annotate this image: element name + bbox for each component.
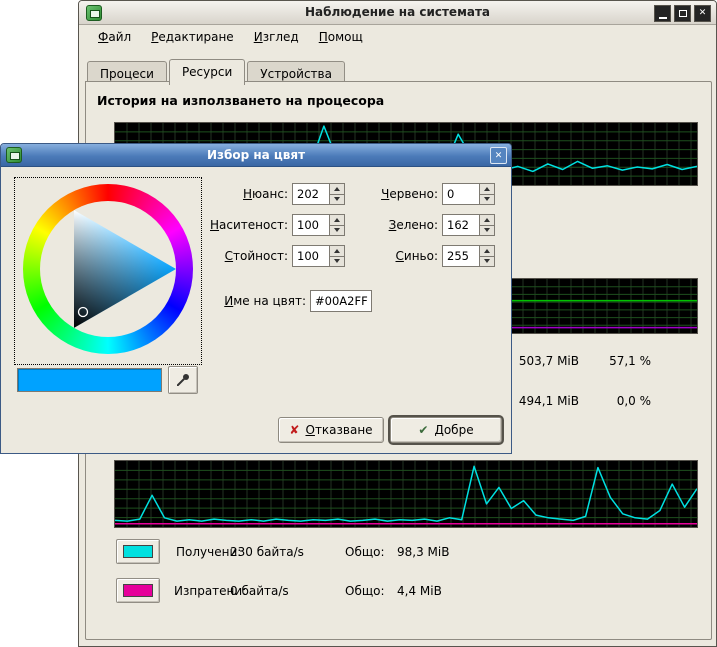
ok-icon: ✔ — [418, 423, 428, 437]
memory-percent: 57,1 % — [586, 354, 651, 370]
cpu-history-heading: История на използването на процесора — [97, 93, 384, 108]
green-spinbox — [442, 214, 495, 236]
close-button[interactable]: ✕ — [694, 5, 711, 22]
menu-view[interactable]: Изглед — [245, 27, 308, 47]
ok-button-label: Добре — [434, 423, 473, 437]
saturation-decrement-button[interactable] — [329, 225, 345, 237]
blue-decrement-button[interactable] — [479, 256, 495, 268]
minimize-icon — [659, 17, 667, 19]
minimize-button[interactable] — [654, 5, 671, 22]
value-spinbox — [292, 245, 345, 267]
saturation-input[interactable] — [292, 214, 329, 236]
red-label: Червено: — [354, 183, 438, 205]
blue-increment-button[interactable] — [479, 245, 495, 256]
blue-label: Синьо: — [354, 245, 438, 267]
hue-decrement-button[interactable] — [329, 194, 345, 206]
dialog-close-button[interactable]: ✕ — [490, 147, 507, 164]
hue-wheel[interactable] — [23, 184, 193, 354]
menu-file[interactable]: Файл — [89, 27, 140, 47]
hsv-triangle[interactable] — [23, 184, 193, 354]
cancel-button[interactable]: ✘ Отказване — [278, 417, 384, 443]
window-titlebar[interactable]: Наблюдение на системата ✕ — [79, 1, 716, 25]
hue-spinbox — [292, 183, 345, 205]
dialog-close-icon: ✕ — [495, 151, 503, 161]
window-controls: ✕ — [654, 5, 711, 22]
tab-resources[interactable]: Ресурси — [169, 59, 245, 85]
red-decrement-button[interactable] — [479, 194, 495, 206]
green-decrement-button[interactable] — [479, 225, 495, 237]
window-title: Наблюдение на системата — [79, 5, 716, 19]
ok-button[interactable]: ✔ Добре — [390, 417, 502, 443]
blue-input[interactable] — [442, 245, 479, 267]
cancel-icon: ✘ — [289, 423, 299, 437]
sent-color-swatch — [123, 584, 153, 597]
red-input[interactable] — [442, 183, 479, 205]
close-icon: ✕ — [699, 9, 707, 18]
hue-label: Нюанс: — [204, 183, 288, 205]
value-input[interactable] — [292, 245, 329, 267]
value-decrement-button[interactable] — [329, 256, 345, 268]
saturation-increment-button[interactable] — [329, 214, 345, 225]
saturation-label: Наситеност: — [204, 214, 288, 236]
received-total-label: Общо: — [345, 545, 385, 559]
desktop: Наблюдение на системата ✕ Файл Редактира… — [0, 0, 717, 647]
color-name-label: Име на цвят: — [204, 290, 306, 312]
red-spinbox — [442, 183, 495, 205]
value-increment-button[interactable] — [329, 245, 345, 256]
green-label: Зелено: — [354, 214, 438, 236]
network-history-chart — [114, 460, 698, 528]
received-color-button[interactable] — [116, 539, 160, 564]
saturation-spinbox — [292, 214, 345, 236]
color-picker-dialog: Избор на цвят ✕ — [0, 143, 512, 454]
green-increment-button[interactable] — [479, 214, 495, 225]
eyedropper-button[interactable] — [168, 366, 198, 394]
received-total: 98,3 MiB — [397, 545, 449, 559]
maximize-button[interactable] — [674, 5, 691, 22]
menu-help[interactable]: Помощ — [310, 27, 372, 47]
value-label: Стойност: — [204, 245, 288, 267]
hue-increment-button[interactable] — [329, 183, 345, 194]
maximize-icon — [679, 10, 687, 17]
hue-input[interactable] — [292, 183, 329, 205]
menu-edit[interactable]: Редактиране — [142, 27, 243, 47]
color-name-input[interactable] — [310, 290, 372, 312]
dialog-title: Избор на цвят — [1, 148, 511, 162]
received-color-swatch — [123, 545, 153, 558]
eyedropper-icon — [175, 372, 191, 388]
green-input[interactable] — [442, 214, 479, 236]
cancel-button-label: Отказване — [305, 423, 372, 437]
sent-rate: 0 байта/s — [230, 584, 289, 598]
sent-total-label: Общо: — [345, 584, 385, 598]
sent-total: 4,4 MiB — [397, 584, 442, 598]
blue-spinbox — [442, 245, 495, 267]
sent-color-button[interactable] — [116, 578, 160, 603]
dialog-titlebar[interactable]: Избор на цвят ✕ — [1, 144, 511, 167]
swap-percent: 0,0 % — [586, 394, 651, 410]
color-preview-swatch — [17, 368, 162, 392]
menubar: Файл Редактиране Изглед Помощ — [81, 26, 714, 48]
red-increment-button[interactable] — [479, 183, 495, 194]
received-rate: 230 байта/s — [230, 545, 304, 559]
